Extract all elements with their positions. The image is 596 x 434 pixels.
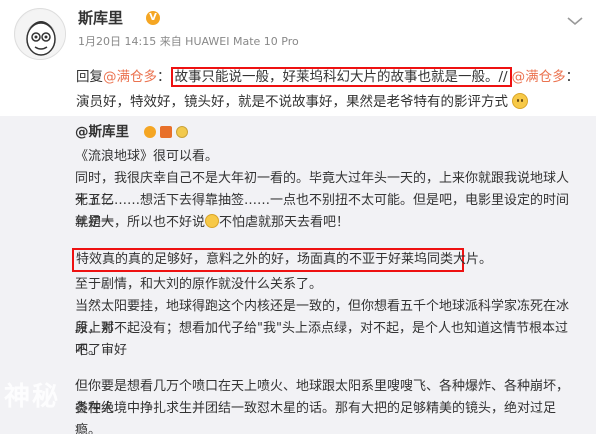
verified-icon (144, 126, 156, 138)
quoted-username[interactable]: @斯库里 (75, 122, 129, 142)
reply-colon: ： (157, 69, 171, 85)
medal-icon (176, 126, 188, 138)
chevron-down-icon[interactable] (566, 16, 584, 26)
reply-highlight-text: 故事只能说一般 (174, 69, 270, 85)
highlight-box: 特效真的真的足够好，意料之外的好，场面真的不亚于好莱坞同类大片。 (72, 248, 492, 272)
watermark: 神秘 (4, 382, 61, 412)
reply-highlight: 故事只能说一般，好莱坞科幻大片的故事也就是一般。// (170, 67, 512, 87)
quoted-para2-line3-a: 年初一，所以也不好说 (75, 215, 206, 230)
emoji-icon (512, 93, 529, 109)
mention-link-2[interactable]: @满仓多 (512, 69, 566, 85)
emoji-icon (205, 214, 220, 228)
vip-icon (160, 126, 172, 138)
quoted-para2-line3-b: 不怕虐就那天去看吧！ (219, 215, 350, 230)
reply-text: 回复@满仓多： 故事只能说一般，好莱坞科幻大片的故事也就是一般。//@满仓多：演员… (76, 65, 590, 115)
quoted-para5-line3: 吧。 (75, 343, 102, 358)
verified-icon: V (146, 11, 160, 25)
post-header: 斯库里 V 1月20日 14:15 来自 HUAWEI Mate 10 Pro … (0, 0, 596, 116)
quoted-post[interactable]: @斯库里 《流浪地球》很可以看。 同时，我很庆幸自己不是大年初一看的。毕竟大过年… (0, 116, 596, 434)
reply-highlight-rest: ，好莱坞科幻大片的故事也就是一般。// (269, 69, 508, 85)
quoted-para2-line3: 年初一，所以也不好说 不怕虐就那天去看吧！ (75, 212, 575, 234)
mention-link[interactable]: @满仓多 (103, 69, 157, 85)
quoted-para4: 至于剧情，和大刘的原作就没什么关系了。 (75, 277, 323, 292)
quoted-para6-line2: 类在绝境中挣扎求生并团结一致怼木星的话。那有大把的足够精美的镜头，绝对过足瘾。 (75, 401, 557, 434)
post-username[interactable]: 斯库里 (78, 8, 123, 28)
highlight-text: 特效真的真的足够好，意料之外的好，场面真的不亚于好莱坞同类大片。 (76, 252, 493, 267)
quoted-para1: 《流浪地球》很可以看。 (75, 149, 219, 164)
post-meta: 1月20日 14:15 来自 HUAWEI Mate 10 Pro (78, 35, 299, 48)
reply-prefix: 回复 (76, 69, 103, 85)
avatar[interactable] (14, 8, 66, 60)
